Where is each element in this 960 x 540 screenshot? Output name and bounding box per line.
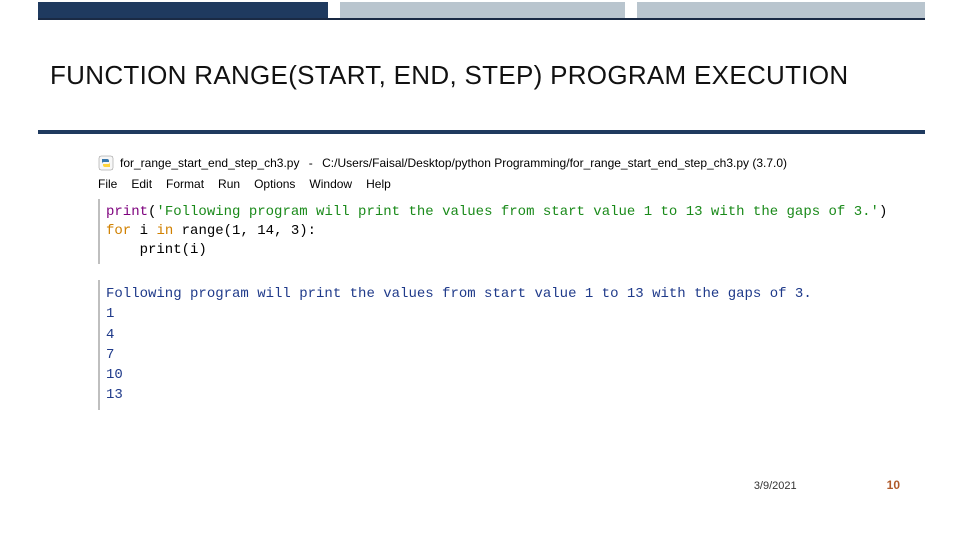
menu-help[interactable]: Help [366, 177, 391, 191]
keyword-in: in [156, 223, 173, 239]
output-line: Following program will print the values … [106, 284, 900, 304]
menu-window[interactable]: Window [309, 177, 352, 191]
output-line: 4 [106, 325, 900, 345]
range-call: range(1, 14, 3): [173, 223, 316, 239]
menu-file[interactable]: File [98, 177, 117, 191]
window-file-label: for_range_start_end_step_ch3.py [120, 156, 299, 170]
title-underline [38, 130, 925, 134]
menu-format[interactable]: Format [166, 177, 204, 191]
window-path-label: C:/Users/Faisal/Desktop/python Programmi… [322, 156, 787, 170]
output-line: 1 [106, 304, 900, 324]
menu-edit[interactable]: Edit [131, 177, 152, 191]
editor-panel: for_range_start_end_step_ch3.py - C:/Use… [98, 155, 900, 264]
menubar: File Edit Format Run Options Window Help [98, 177, 900, 195]
identifier-i: i [131, 223, 156, 239]
output-panel: Following program will print the values … [98, 280, 900, 410]
python-file-icon [98, 155, 114, 171]
window-titlebar: for_range_start_end_step_ch3.py - C:/Use… [98, 155, 900, 171]
string-literal: 'Following program will print the values… [156, 204, 879, 220]
output-line: 13 [106, 385, 900, 405]
footer-page-number: 10 [887, 478, 900, 492]
slide-title-block: FUNCTION RANGE(START, END, STEP) PROGRAM… [38, 20, 925, 130]
keyword-print: print [106, 204, 148, 220]
paren-close: ) [879, 204, 887, 220]
menu-options[interactable]: Options [254, 177, 295, 191]
output-line: 10 [106, 365, 900, 385]
keyword-for: for [106, 223, 131, 239]
slide-footer: 3/9/2021 10 [754, 478, 900, 492]
output-line: 7 [106, 345, 900, 365]
code-editor[interactable]: print('Following program will print the … [98, 199, 900, 264]
footer-date: 3/9/2021 [754, 480, 797, 492]
menu-run[interactable]: Run [218, 177, 240, 191]
code-body: print(i) [106, 242, 207, 258]
slide-title: FUNCTION RANGE(START, END, STEP) PROGRAM… [50, 60, 848, 91]
